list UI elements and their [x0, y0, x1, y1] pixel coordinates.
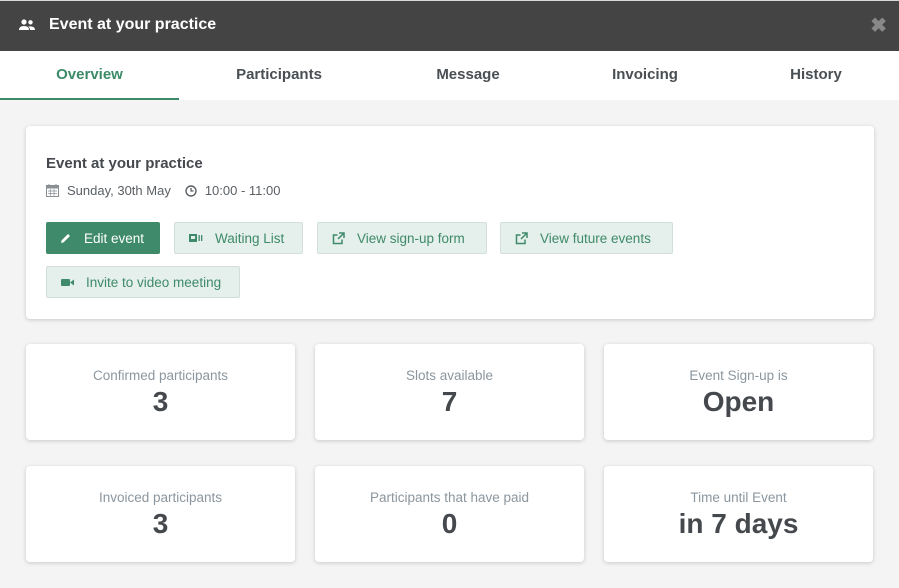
video-camera-icon: [61, 278, 74, 286]
event-meta: Sunday, 30th May 10:00 - 11:00: [46, 183, 280, 198]
stat-value: 7: [441, 386, 458, 417]
tab-message[interactable]: Message: [378, 51, 558, 100]
event-summary-card: Event at your practice Sunday, 30th May …: [26, 126, 874, 319]
stat-label: Invoiced participants: [98, 490, 223, 505]
invite-video-meeting-button[interactable]: Invite to video meeting: [46, 266, 240, 298]
close-icon[interactable]: ✖: [870, 13, 887, 38]
edit-event-button[interactable]: Edit event: [46, 222, 160, 254]
tab-history[interactable]: History: [726, 51, 899, 100]
dialog-header: Event at your practice ✖: [0, 0, 899, 51]
event-date: Sunday, 30th May: [67, 183, 171, 198]
waiting-list-label: Waiting List: [215, 230, 285, 246]
waiting-list-button[interactable]: Waiting List: [174, 222, 303, 254]
calendar-icon: [46, 184, 59, 197]
view-signup-form-button[interactable]: View sign-up form: [317, 222, 487, 254]
stat-card-signup-status: Event Sign-up is Open: [604, 344, 873, 440]
id-card-icon: [189, 234, 203, 242]
stat-label: Slots available: [405, 368, 494, 383]
tab-invoicing[interactable]: Invoicing: [555, 51, 735, 100]
clock-icon: [185, 184, 197, 197]
stat-card-time-until-event: Time until Event in 7 days: [604, 466, 873, 562]
dialog-title: Event at your practice: [49, 16, 217, 33]
view-future-events-button[interactable]: View future events: [500, 222, 673, 254]
stat-card-confirmed-participants: Confirmed participants 3: [26, 344, 295, 440]
stat-label: Event Sign-up is: [689, 368, 788, 383]
stat-label: Confirmed participants: [92, 368, 229, 383]
invite-video-meeting-label: Invite to video meeting: [86, 274, 222, 290]
stat-card-paid-participants: Participants that have paid 0: [315, 466, 584, 562]
stat-value: 3: [152, 386, 169, 417]
event-title: Event at your practice: [46, 155, 203, 172]
stat-value: 0: [441, 508, 458, 539]
view-signup-form-label: View sign-up form: [357, 230, 465, 246]
tab-bar: Overview Participants Message Invoicing …: [0, 51, 899, 100]
stat-value: 3: [152, 508, 169, 539]
edit-event-label: Edit event: [84, 230, 145, 246]
stat-label: Participants that have paid: [369, 490, 530, 505]
stat-card-slots-available: Slots available 7: [315, 344, 584, 440]
event-time: 10:00 - 11:00: [204, 183, 281, 198]
people-icon: [19, 19, 35, 30]
pencil-icon: [61, 234, 70, 243]
stat-label: Time until Event: [690, 490, 787, 505]
tab-overview[interactable]: Overview: [0, 51, 179, 100]
stat-card-invoiced-participants: Invoiced participants 3: [26, 466, 295, 562]
stat-value: in 7 days: [678, 508, 799, 539]
external-link-icon: [515, 231, 528, 244]
tab-participants[interactable]: Participants: [189, 51, 369, 100]
view-future-events-label: View future events: [540, 230, 651, 246]
stat-value: Open: [702, 386, 775, 417]
external-link-icon: [332, 231, 345, 244]
